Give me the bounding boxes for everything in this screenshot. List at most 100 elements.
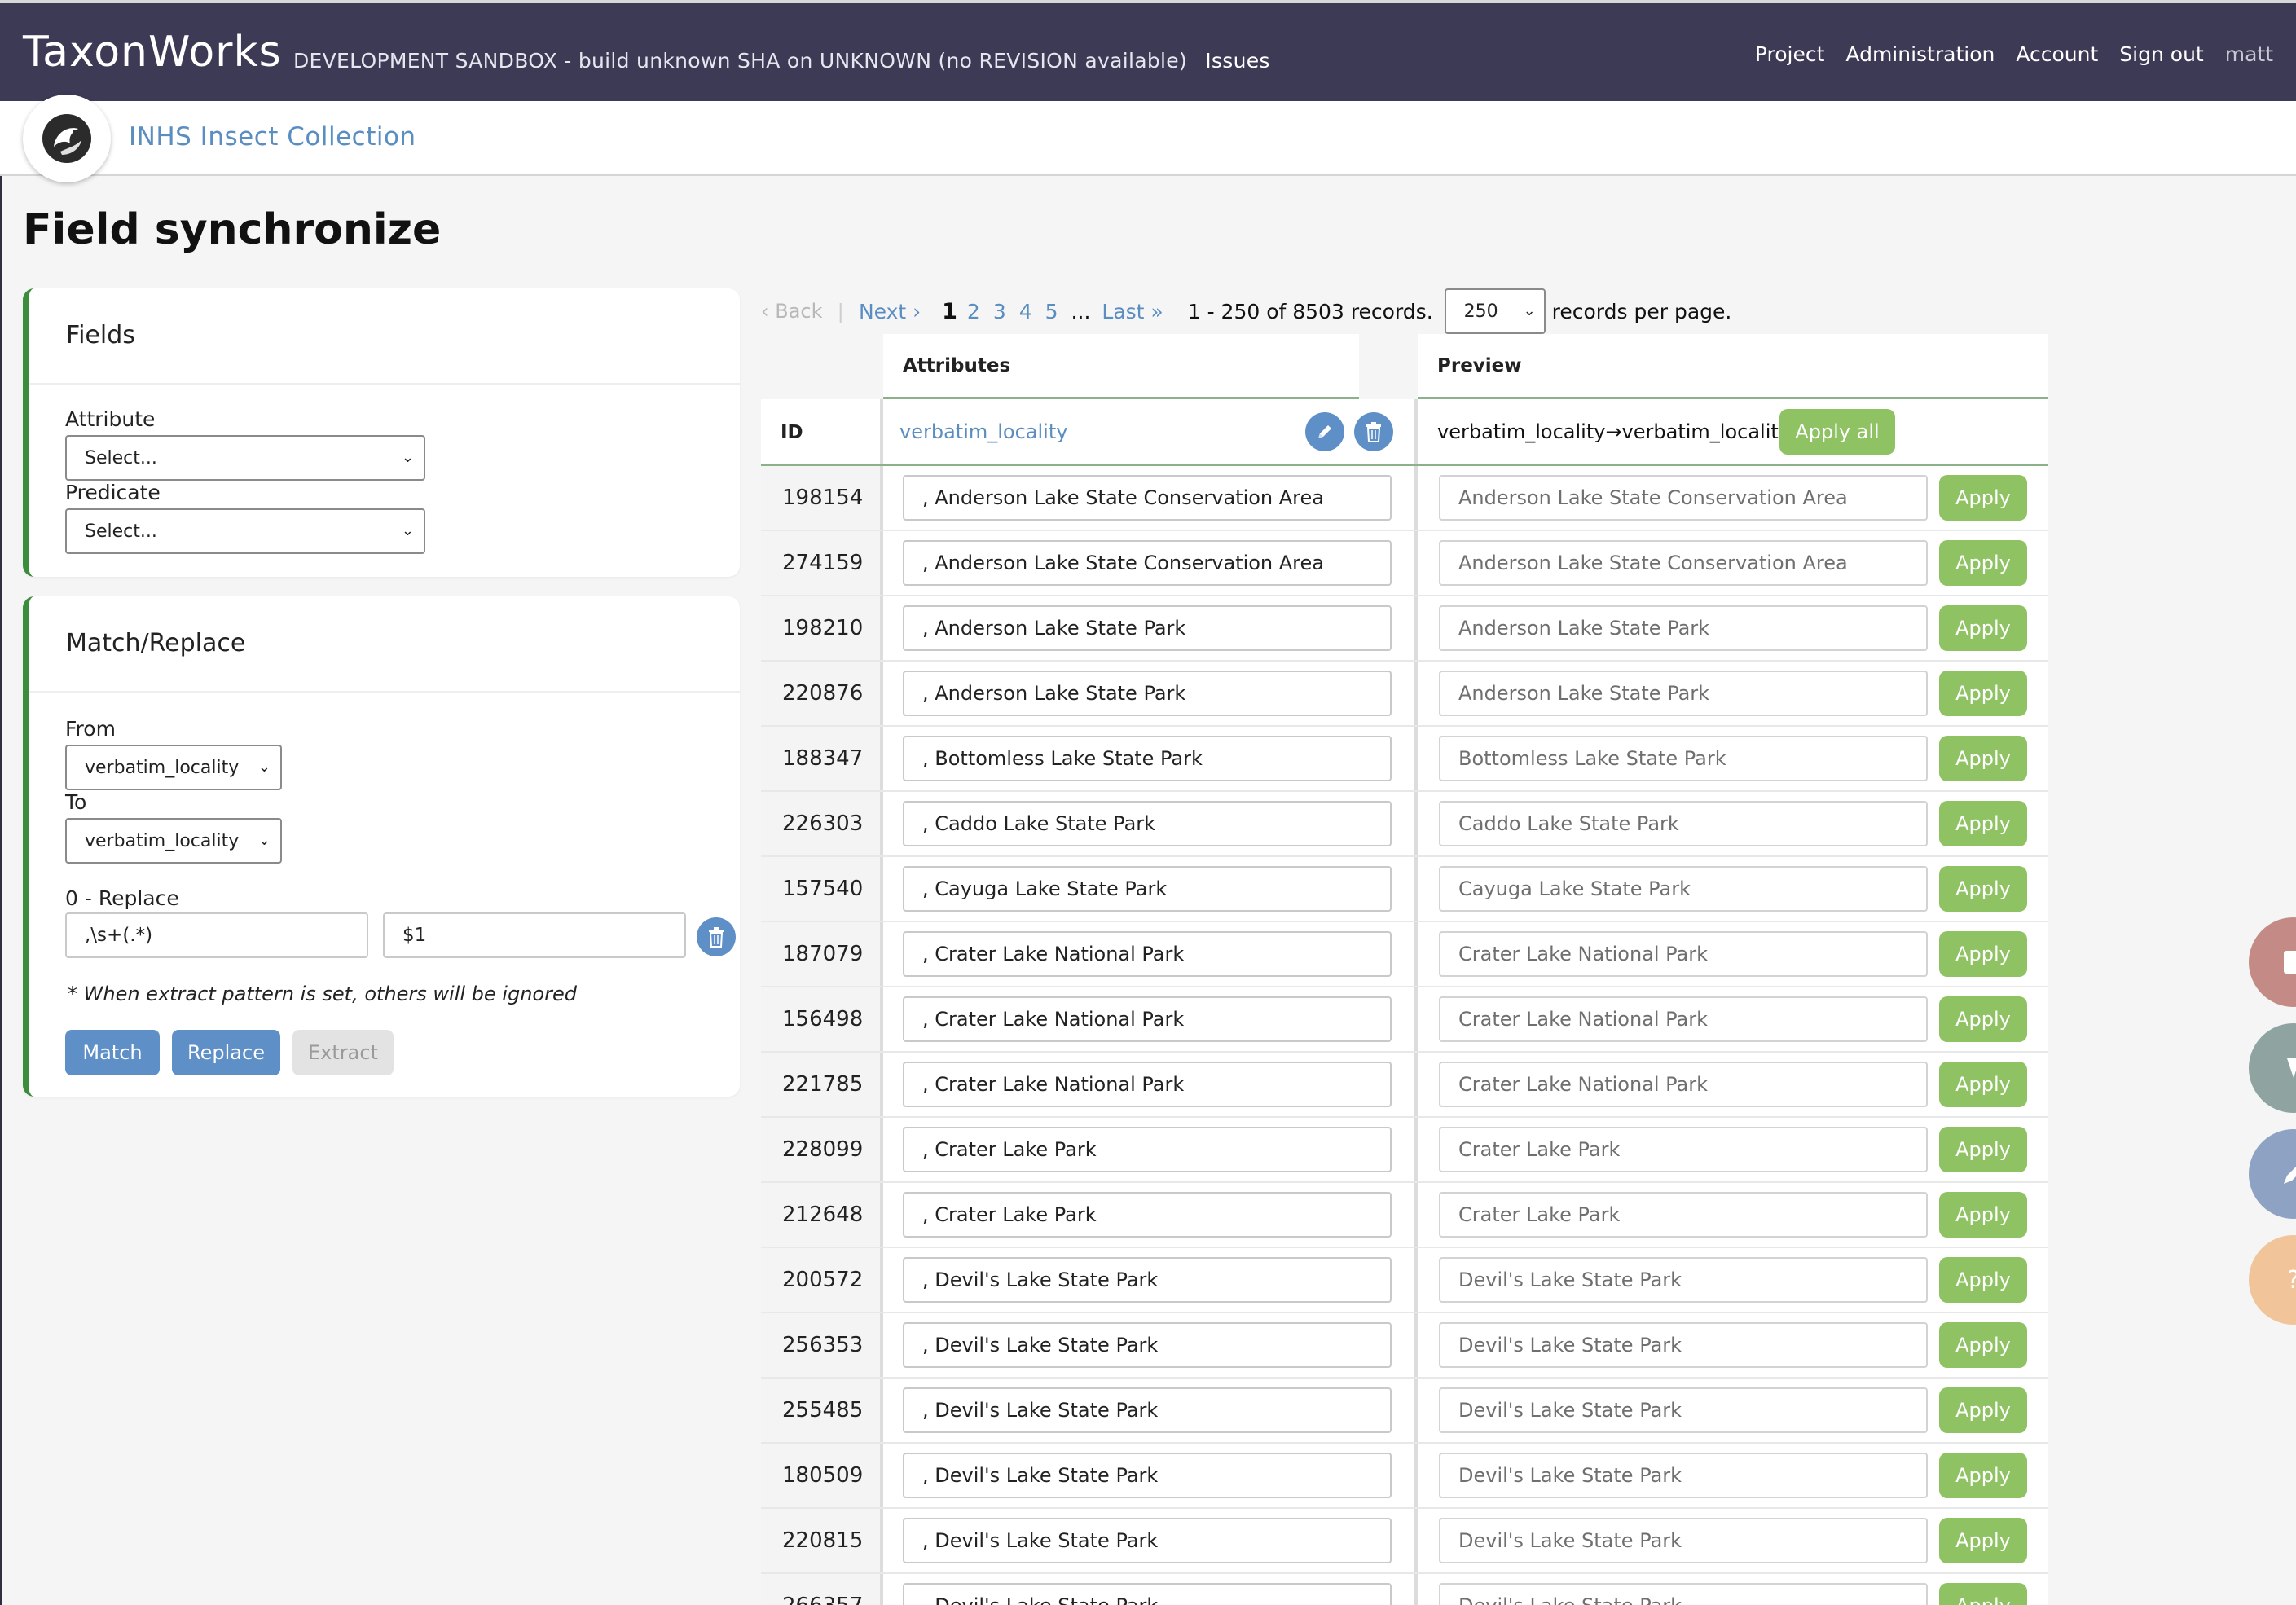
attribute-value-input[interactable]: , Devil's Lake State Park: [903, 1387, 1392, 1433]
apply-button[interactable]: Apply: [1939, 671, 2027, 716]
apply-button[interactable]: Apply: [1939, 1257, 2027, 1303]
attribute-value-input[interactable]: , Bottomless Lake State Park: [903, 736, 1392, 781]
attribute-value-input[interactable]: , Devil's Lake State Park: [903, 1518, 1392, 1563]
apply-button[interactable]: Apply: [1939, 1127, 2027, 1172]
attribute-value-input[interactable]: , Anderson Lake State Conservation Area: [903, 475, 1392, 521]
edit-attribute-button[interactable]: [1305, 412, 1344, 451]
preview-value-input[interactable]: Devil's Lake State Park: [1439, 1453, 1928, 1498]
remove-rule-button[interactable]: [697, 917, 736, 956]
attribute-value-input[interactable]: , Anderson Lake State Park: [903, 671, 1392, 716]
preview-value-input[interactable]: Anderson Lake State Conservation Area: [1439, 540, 1928, 586]
apply-button[interactable]: Apply: [1939, 1453, 2027, 1498]
pagination-last[interactable]: Last »: [1102, 300, 1163, 323]
preview-value-input[interactable]: Devil's Lake State Park: [1439, 1387, 1928, 1433]
preview-value-input[interactable]: Devil's Lake State Park: [1439, 1583, 1928, 1605]
nav-administration[interactable]: Administration: [1845, 42, 1995, 66]
apply-button[interactable]: Apply: [1939, 996, 2027, 1042]
preview-value-input[interactable]: Anderson Lake State Conservation Area: [1439, 475, 1928, 521]
attribute-select[interactable]: Select... ⌄: [65, 435, 425, 481]
pin-icon[interactable]: [2249, 1023, 2296, 1113]
preview-value-input[interactable]: Devil's Lake State Park: [1439, 1518, 1928, 1563]
preview-value-input[interactable]: Cayuga Lake State Park: [1439, 866, 1928, 912]
attribute-column-name[interactable]: verbatim_locality: [899, 420, 1067, 443]
replace-button[interactable]: Replace: [172, 1030, 280, 1075]
app-brand[interactable]: TaxonWorks: [23, 28, 282, 77]
attribute-value-input[interactable]: , Devil's Lake State Park: [903, 1583, 1392, 1605]
chevron-down-icon: ⌄: [257, 832, 271, 849]
apply-button[interactable]: Apply: [1939, 1387, 2027, 1433]
attribute-value-input[interactable]: , Crater Lake Park: [903, 1192, 1392, 1238]
extract-button[interactable]: Extract: [292, 1030, 394, 1075]
attribute-value-input[interactable]: , Crater Lake National Park: [903, 931, 1392, 977]
from-select[interactable]: verbatim_locality ⌄: [65, 745, 282, 790]
apply-button[interactable]: Apply: [1939, 1062, 2027, 1107]
preview-value-input[interactable]: Caddo Lake State Park: [1439, 801, 1928, 846]
attribute-value-input[interactable]: , Anderson Lake State Conservation Area: [903, 540, 1392, 586]
preview-value-input[interactable]: Crater Lake National Park: [1439, 931, 1928, 977]
table-row: 157540 , Cayuga Lake State Park Cayuga Lak…: [761, 857, 2048, 922]
pagination-page-5[interactable]: 5: [1045, 300, 1058, 323]
apply-button[interactable]: Apply: [1939, 1583, 2027, 1605]
apply-button[interactable]: Apply: [1939, 1192, 2027, 1238]
per-page-select[interactable]: 250 ⌄: [1444, 288, 1546, 334]
nav-account[interactable]: Account: [2016, 42, 2098, 66]
table-row: 220815 , Devil's Lake State Park Devil's L…: [761, 1509, 2048, 1574]
apply-button[interactable]: Apply: [1939, 736, 2027, 781]
table-row: 200572 , Devil's Lake State Park Devil's L…: [761, 1248, 2048, 1313]
attribute-value-input[interactable]: , Crater Lake National Park: [903, 1062, 1392, 1107]
apply-button[interactable]: Apply: [1939, 1322, 2027, 1368]
attribute-value-input[interactable]: , Caddo Lake State Park: [903, 801, 1392, 846]
clipboard-icon[interactable]: [2249, 917, 2296, 1007]
preview-value-input[interactable]: Anderson Lake State Park: [1439, 671, 1928, 716]
pattern-input[interactable]: ,\s+(.*): [65, 912, 368, 958]
pagination-page-2[interactable]: 2: [967, 300, 980, 323]
preview-value-input[interactable]: Devil's Lake State Park: [1439, 1322, 1928, 1368]
attribute-value-input[interactable]: , Crater Lake National Park: [903, 996, 1392, 1042]
apply-button[interactable]: Apply: [1939, 931, 2027, 977]
apply-button[interactable]: Apply: [1939, 605, 2027, 651]
preview-value-input[interactable]: Crater Lake National Park: [1439, 996, 1928, 1042]
nav-project[interactable]: Project: [1755, 42, 1825, 66]
project-name[interactable]: INHS Insect Collection: [129, 122, 416, 152]
attribute-value-input[interactable]: , Cayuga Lake State Park: [903, 866, 1392, 912]
apply-button[interactable]: Apply: [1939, 866, 2027, 912]
attribute-value-input[interactable]: , Anderson Lake State Park: [903, 605, 1392, 651]
current-user[interactable]: matt: [2225, 42, 2273, 66]
pagination-back[interactable]: ‹ Back: [761, 300, 823, 323]
apply-button[interactable]: Apply: [1939, 540, 2027, 586]
preview-value-input[interactable]: Anderson Lake State Park: [1439, 605, 1928, 651]
nav-sign-out[interactable]: Sign out: [2119, 42, 2203, 66]
attribute-value-input[interactable]: , Devil's Lake State Park: [903, 1453, 1392, 1498]
row-id: 157540: [761, 857, 880, 921]
preview-value-input[interactable]: Crater Lake National Park: [1439, 1062, 1928, 1107]
preview-value-input[interactable]: Crater Lake Park: [1439, 1192, 1928, 1238]
per-page-value: 250: [1463, 301, 1498, 322]
pagination-page-4[interactable]: 4: [1019, 300, 1032, 323]
match-button[interactable]: Match: [65, 1030, 160, 1075]
apply-button[interactable]: Apply: [1939, 1518, 2027, 1563]
apply-all-button[interactable]: Apply all: [1779, 409, 1895, 455]
to-select[interactable]: verbatim_locality ⌄: [65, 818, 282, 864]
column-divider: [1414, 596, 1418, 660]
replacement-input[interactable]: $1: [383, 912, 686, 958]
id-column-header: ID: [781, 422, 803, 443]
issues-link[interactable]: Issues: [1205, 49, 1269, 73]
apply-button[interactable]: Apply: [1939, 801, 2027, 846]
preview-value-input[interactable]: Bottomless Lake State Park: [1439, 736, 1928, 781]
pagination-next[interactable]: Next ›: [859, 300, 921, 323]
preview-value-input[interactable]: Crater Lake Park: [1439, 1127, 1928, 1172]
table-row: 256353 , Devil's Lake State Park Devil's L…: [761, 1313, 2048, 1379]
pagination-page-3[interactable]: 3: [993, 300, 1006, 323]
attribute-value-input[interactable]: , Devil's Lake State Park: [903, 1257, 1392, 1303]
help-icon[interactable]: ?: [2249, 1235, 2296, 1325]
attribute-value-input[interactable]: , Crater Lake Park: [903, 1127, 1392, 1172]
panel-divider: [29, 383, 740, 385]
attribute-value-input[interactable]: , Devil's Lake State Park: [903, 1322, 1392, 1368]
pencil-icon[interactable]: [2249, 1129, 2296, 1219]
preview-value-input[interactable]: Devil's Lake State Park: [1439, 1257, 1928, 1303]
project-logo-icon[interactable]: [23, 95, 111, 182]
predicate-select[interactable]: Select... ⌄: [65, 508, 425, 554]
apply-button[interactable]: Apply: [1939, 475, 2027, 521]
column-divider: [1414, 1183, 1418, 1247]
remove-attribute-button[interactable]: [1354, 412, 1393, 451]
